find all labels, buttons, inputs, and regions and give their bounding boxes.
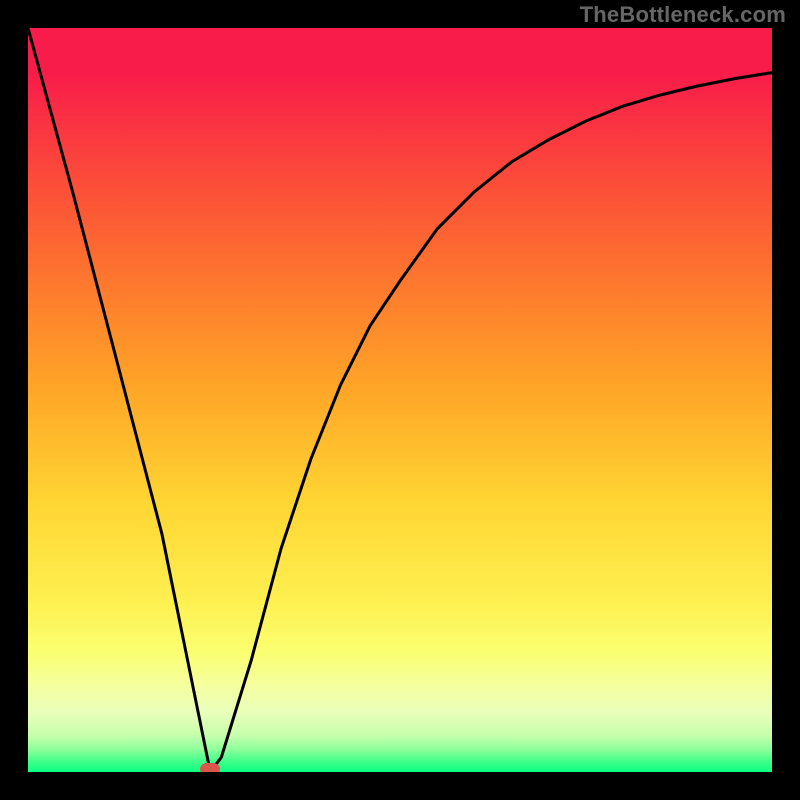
curve-svg <box>28 28 772 772</box>
min-point-marker <box>200 763 220 772</box>
watermark-text: TheBottleneck.com <box>580 2 786 28</box>
bottleneck-curve-path <box>28 28 772 772</box>
plot-area <box>28 28 772 772</box>
chart-frame: TheBottleneck.com <box>0 0 800 800</box>
